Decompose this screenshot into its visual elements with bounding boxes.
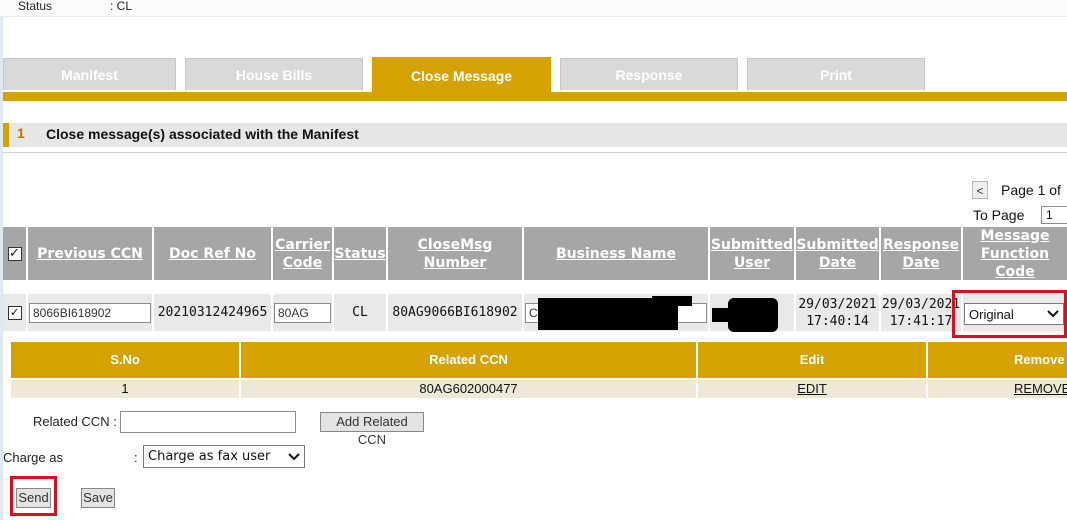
tab-house-bills[interactable]: House Bills (185, 58, 363, 90)
closemsg-number-cell: 80AG9066BI618902 (388, 294, 522, 331)
tab-print[interactable]: Print (747, 58, 925, 90)
header-business-name[interactable]: Business Name (524, 227, 708, 280)
tab-response[interactable]: Response (560, 58, 738, 90)
chevron-down-icon (1047, 310, 1059, 318)
charge-as-value: Charge as fax user (148, 449, 271, 464)
save-button[interactable]: Save (81, 488, 115, 508)
add-related-ccn-button[interactable]: Add Related CCN (320, 412, 424, 447)
status-label: Status (18, 0, 53, 13)
header-previous-ccn[interactable]: Previous CCN (28, 227, 152, 280)
section-divider (3, 152, 1067, 153)
to-page-input[interactable] (1041, 206, 1067, 224)
header-status[interactable]: Status (334, 227, 386, 280)
header-submitted-date[interactable]: Submitted Date (796, 227, 879, 280)
status-cell: CL (334, 294, 386, 331)
header-select-all-cell: ✓ (3, 227, 26, 280)
related-ccn-input[interactable] (120, 411, 296, 433)
chevron-down-icon (288, 452, 300, 460)
tab-close-message[interactable]: Close Message (372, 57, 551, 93)
edit-link[interactable]: EDIT (797, 381, 827, 396)
response-date: 29/03/2021 (881, 296, 961, 312)
section-title: Close message(s) associated with the Man… (46, 126, 359, 142)
response-date-cell: 29/03/2021 17:41:17 (881, 294, 961, 331)
submitted-time: 17:40:14 (806, 313, 869, 329)
tab-underline-bar (3, 92, 1067, 101)
header-submitted-user[interactable]: Submitted User (710, 227, 794, 280)
doc-ref-no-cell: 20210312424965 (154, 294, 271, 331)
previous-page-button[interactable]: < (972, 181, 988, 199)
header-closemsg-number[interactable]: CloseMsg Number (388, 227, 522, 280)
status-value: : CL (110, 0, 133, 13)
row-select-cell: ✓ (3, 294, 26, 331)
related-row-ccn: 80AG602000477 (241, 380, 696, 398)
to-page-label: To Page (973, 207, 1025, 223)
charge-as-label: Charge as (3, 450, 63, 465)
related-ccn-label: Related CCN : (33, 414, 117, 429)
related-row-remove-cell: REMOVE (928, 380, 1067, 398)
carrier-code-cell (273, 294, 332, 331)
section-number: 1 (17, 125, 25, 141)
related-header-sno: S.No (11, 342, 239, 378)
related-row-edit-cell: EDIT (698, 380, 926, 398)
related-row-sno: 1 (11, 380, 239, 398)
header-carrier-code[interactable]: Carrier Code (273, 227, 332, 280)
tab-manifest[interactable]: Manifest (3, 58, 176, 90)
related-header-ccn: Related CCN (241, 342, 696, 378)
status-bar: Status : CL (0, 0, 1067, 17)
related-header-remove: Remove (928, 342, 1067, 378)
remove-link[interactable]: REMOVE (1014, 381, 1067, 396)
send-button[interactable]: Send (16, 488, 51, 508)
submitted-date: 29/03/2021 (798, 296, 877, 312)
section-header: 1 Close message(s) associated with the M… (3, 123, 1067, 147)
charge-as-colon: : (134, 450, 138, 465)
previous-ccn-cell (28, 294, 152, 331)
previous-ccn-input[interactable] (29, 302, 151, 323)
header-message-function-code[interactable]: Message Function Code (963, 227, 1067, 280)
select-all-checkbox[interactable]: ✓ (7, 246, 22, 261)
submitted-date-cell: 29/03/2021 17:40:14 (796, 294, 879, 331)
row-checkbox[interactable]: ✓ (7, 305, 22, 320)
header-response-date[interactable]: Response Date (881, 227, 961, 280)
header-doc-ref-no[interactable]: Doc Ref No (154, 227, 271, 280)
carrier-code-input[interactable] (274, 302, 331, 323)
related-header-edit: Edit (698, 342, 926, 378)
charge-as-select[interactable]: Charge as fax user (143, 445, 305, 468)
redaction-submitted-user-left (712, 308, 742, 322)
response-time: 17:41:17 (889, 313, 953, 329)
message-function-code-select[interactable]: Original (964, 303, 1064, 325)
redaction-business-name-top (652, 296, 692, 306)
page-indicator: Page 1 of (1001, 182, 1061, 198)
message-function-code-value: Original (969, 306, 1014, 322)
